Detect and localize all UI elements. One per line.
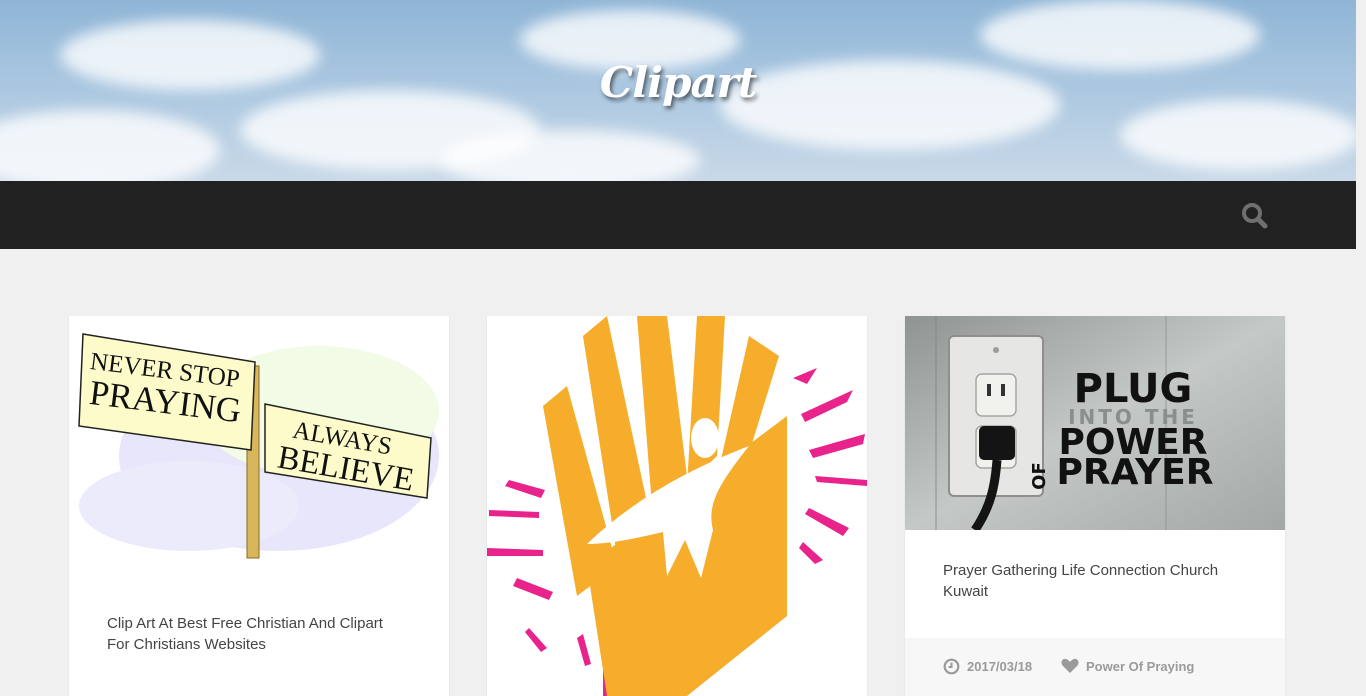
post-category[interactable]: Power Of Praying (1061, 658, 1194, 674)
post-card (487, 316, 867, 696)
svg-text:PRAYER: PRAYER (1057, 452, 1214, 493)
post-image[interactable]: NEVER STOP PRAYING ALWAYS BELIEVE (69, 316, 449, 576)
post-category-text: Power Of Praying (1086, 658, 1195, 674)
search-icon (1242, 203, 1268, 229)
svg-text:OF: OF (1029, 462, 1050, 490)
post-image[interactable] (487, 316, 867, 696)
post-date-text: 2017/03/18 (967, 659, 1033, 674)
site-title[interactable]: Clipart (0, 58, 1356, 107)
post-title[interactable]: Clip Art At Best Free Christian And Clip… (107, 613, 407, 655)
post-card: PLUG INTO THE POWER OF PRAYER Prayer Gat… (905, 316, 1285, 696)
post-title[interactable]: Prayer Gathering Life Connection Church … (943, 560, 1243, 602)
header-banner: Clipart (0, 0, 1356, 181)
heart-icon (1061, 658, 1079, 673)
clock-icon (943, 658, 960, 675)
post-image[interactable]: PLUG INTO THE POWER OF PRAYER (905, 316, 1285, 530)
nav-bar (0, 181, 1356, 249)
post-date[interactable]: 2017/03/18 (943, 658, 1032, 675)
post-card: NEVER STOP PRAYING ALWAYS BELIEVE Clip A… (69, 316, 449, 696)
search-button[interactable] (1240, 200, 1270, 230)
post-meta: 2017/03/18 Power Of Praying (905, 638, 1285, 696)
